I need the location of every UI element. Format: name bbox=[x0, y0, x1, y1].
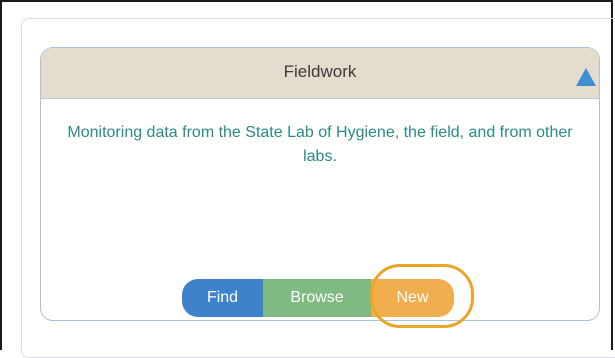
browse-button[interactable]: Browse bbox=[263, 279, 371, 317]
fieldwork-panel: Fieldwork Monitoring data from the State… bbox=[40, 47, 600, 321]
panel-header[interactable]: Fieldwork bbox=[41, 48, 599, 99]
screenshot-frame: Fieldwork Monitoring data from the State… bbox=[0, 0, 615, 358]
panel-description: Monitoring data from the State Lab of Hy… bbox=[67, 124, 573, 165]
action-button-group: Find Browse New bbox=[182, 279, 454, 317]
new-button[interactable]: New bbox=[371, 279, 454, 317]
triangle-up-icon[interactable] bbox=[575, 67, 597, 87]
panel-title: Fieldwork bbox=[283, 62, 357, 81]
find-button[interactable]: Find bbox=[182, 279, 263, 317]
